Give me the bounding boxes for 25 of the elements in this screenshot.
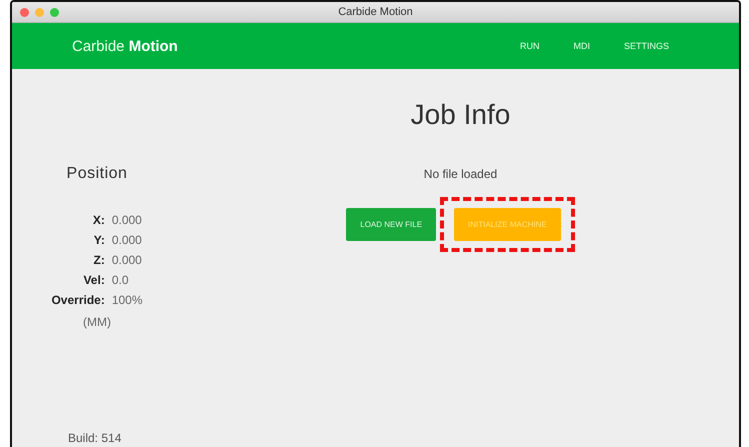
app-logo: Carbide Motion	[72, 38, 179, 54]
nav-link[interactable]: SETTINGS	[624, 41, 669, 51]
axis-value: 0.000	[112, 253, 143, 267]
close-icon[interactable]	[20, 8, 29, 16]
initialize-button[interactable]: INITIALIZE MACHINE	[454, 208, 561, 241]
load-file-button[interactable]: LOAD NEW FILE	[346, 208, 436, 241]
build-label: Build: 514	[68, 431, 122, 445]
axis-value: 0.000	[112, 213, 143, 227]
zoom-icon[interactable]	[50, 8, 59, 16]
nav-link[interactable]: MDI	[573, 41, 590, 51]
axis-label: Y:	[92, 233, 105, 247]
axis-value: 0.0	[112, 273, 130, 287]
axis-label: Vel:	[82, 273, 105, 287]
file-status: No file loaded	[424, 167, 498, 181]
minimize-icon[interactable]	[35, 8, 44, 16]
job-title: Job Info	[410, 99, 510, 131]
axis-value: 0.000	[112, 233, 143, 247]
nav-link[interactable]: RUN	[520, 41, 540, 51]
axis-label: X:	[92, 213, 105, 227]
axis-value: 100%	[112, 293, 143, 307]
window-title: Carbide Motion	[338, 6, 413, 18]
position-title: Position	[66, 165, 128, 183]
axis-label: Override:	[51, 293, 105, 307]
axis-label: Z:	[92, 253, 105, 267]
units-label: (MM)	[83, 315, 111, 329]
